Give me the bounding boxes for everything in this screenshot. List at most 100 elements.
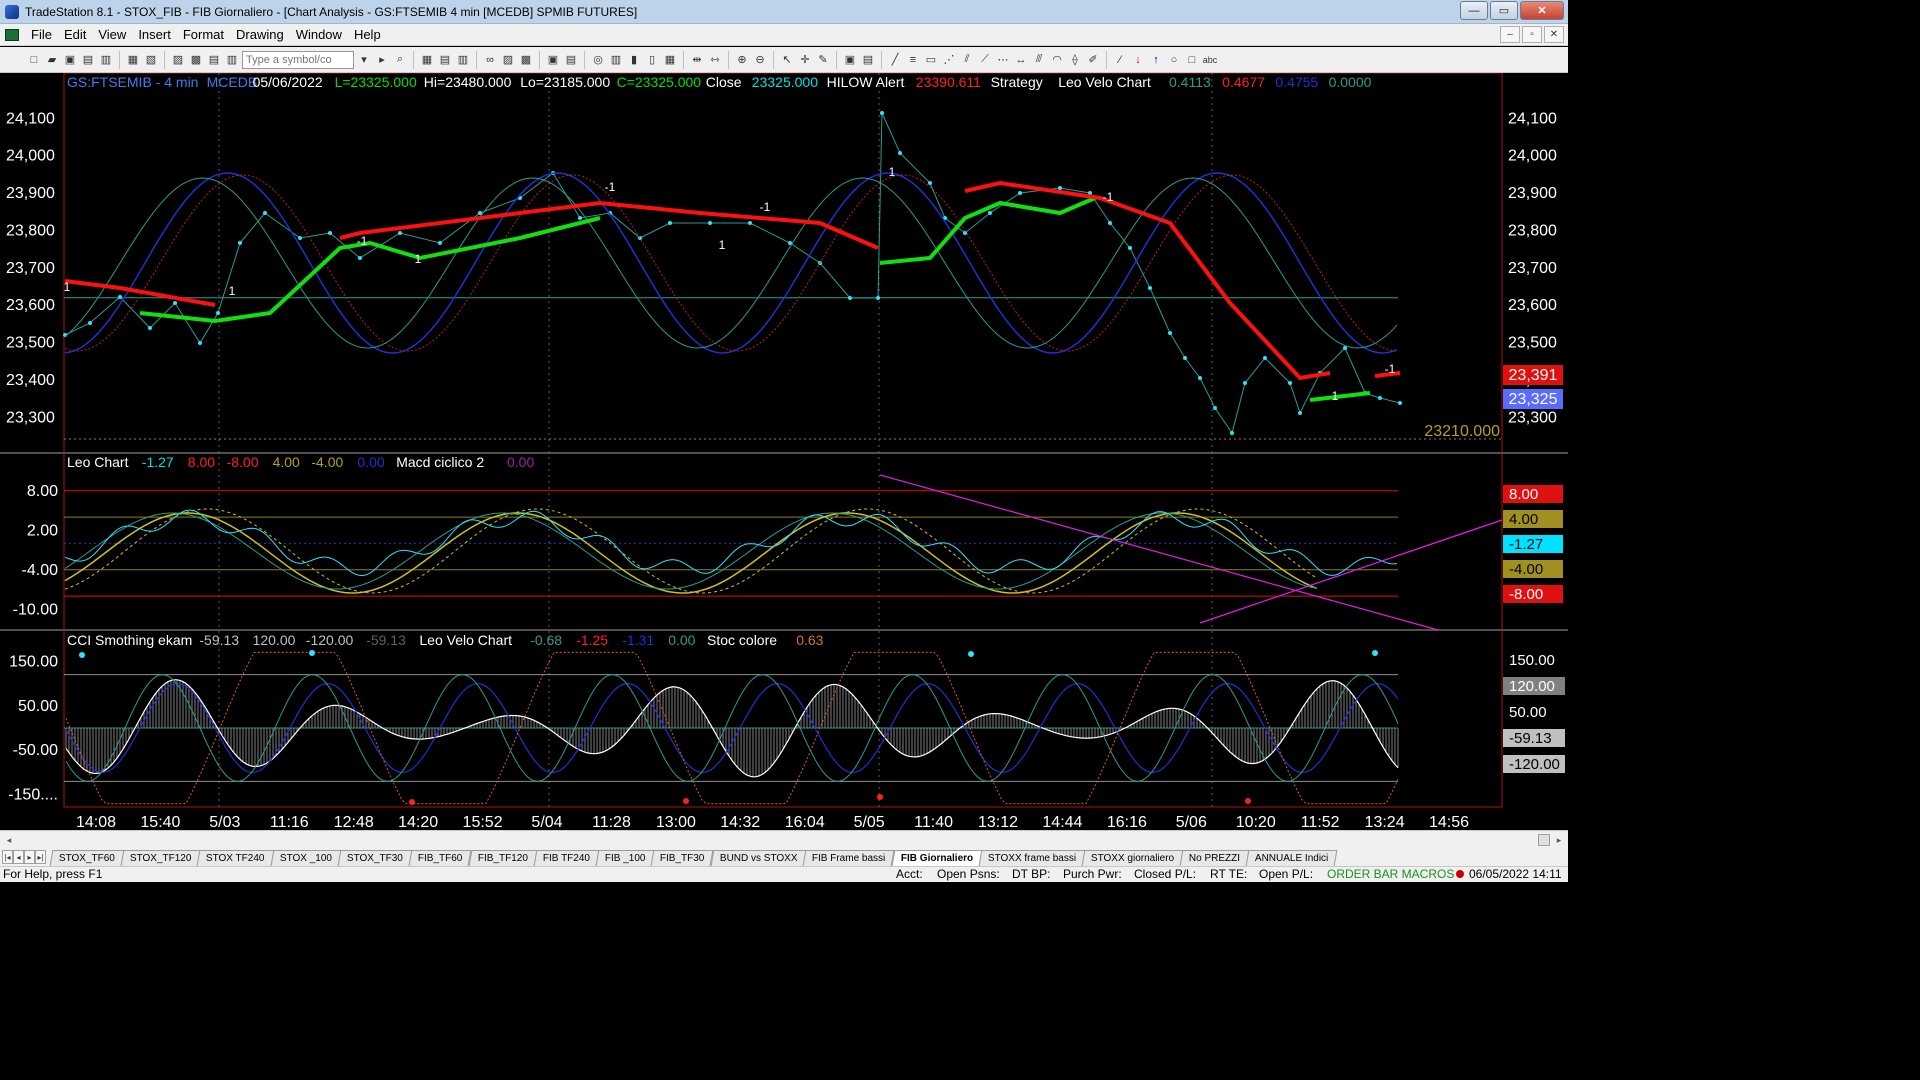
menu-edit[interactable]: Edit — [58, 27, 92, 42]
workspace-tab[interactable]: FIB_TF120 — [468, 850, 537, 866]
bar-chart-icon[interactable]: ▮ — [626, 52, 642, 68]
options-icon[interactable]: ▨ — [500, 52, 516, 68]
workspace-tab[interactable]: FIB_TF30 — [650, 850, 715, 866]
indicator-icon[interactable]: ◎ — [590, 52, 606, 68]
menu-window[interactable]: Window — [290, 27, 348, 42]
arrow-down-icon[interactable]: ↓ — [1130, 52, 1146, 68]
cascade-icon[interactable]: ▤ — [206, 52, 222, 68]
arc-icon[interactable]: ◠ — [1049, 52, 1065, 68]
close-button[interactable]: ✕ — [1520, 1, 1564, 20]
workspace-tab[interactable]: BUND vs STOXX — [710, 850, 807, 866]
minimize-button[interactable]: — — [1460, 1, 1488, 20]
folder-icon[interactable]: ▥ — [98, 52, 114, 68]
workspace-tab[interactable]: No PREZZI — [1179, 850, 1250, 866]
layout-icon[interactable]: ▥ — [224, 52, 240, 68]
arrow-up-icon[interactable]: ↑ — [1148, 52, 1164, 68]
format-window-icon[interactable]: ▤ — [563, 52, 579, 68]
menu-help[interactable]: Help — [348, 27, 387, 42]
signal-label: 1 — [415, 252, 422, 266]
tab-next-icon[interactable]: ▸ — [24, 850, 35, 864]
workspace-tab[interactable]: STOX_TF30 — [337, 850, 413, 866]
andrews-fork-icon[interactable]: ⫻ — [1031, 52, 1047, 68]
menu-format[interactable]: Format — [177, 27, 230, 42]
workspace-tab[interactable]: STOX TF240 — [197, 850, 275, 866]
workspace-tab[interactable]: STOX_TF120 — [120, 850, 201, 866]
print-preview-icon[interactable]: ▧ — [143, 52, 159, 68]
scroll-thumb[interactable] — [1538, 834, 1550, 846]
box-icon[interactable]: □ — [1184, 52, 1200, 68]
workspace-tab[interactable]: FIB Frame bassi — [802, 850, 896, 866]
pencil-icon[interactable]: ✐ — [1085, 52, 1101, 68]
maximize-button[interactable]: ▭ — [1490, 1, 1518, 20]
regression-icon[interactable]: ⋯ — [995, 52, 1011, 68]
workspace-tab[interactable]: FIB _100 — [595, 850, 655, 866]
pointer-icon[interactable]: ↖ — [779, 52, 795, 68]
workspace-tab[interactable]: FIB Giornaliero — [891, 850, 983, 866]
save-icon[interactable]: ▣ — [62, 52, 78, 68]
matrix-icon[interactable]: ▥ — [455, 52, 471, 68]
menu-file[interactable]: File — [25, 27, 58, 42]
tile-icon[interactable]: ▩ — [188, 52, 204, 68]
data-window-icon[interactable]: ▦ — [662, 52, 678, 68]
workspace-tab[interactable]: STOXX frame bassi — [978, 850, 1086, 866]
tab-prev-icon[interactable]: ◂ — [13, 850, 24, 864]
candle-icon[interactable]: ▯ — [644, 52, 660, 68]
tab-last-icon[interactable]: ▸| — [35, 850, 46, 864]
text-icon[interactable]: abc — [1202, 52, 1218, 68]
fibonacci-icon[interactable]: ⋰ — [941, 52, 957, 68]
snapshot-icon[interactable]: ▣ — [842, 52, 858, 68]
radarscreen-icon[interactable]: ▤ — [437, 52, 453, 68]
menu-drawing[interactable]: Drawing — [230, 27, 290, 42]
scroll-right-icon[interactable]: ▸ — [1552, 833, 1566, 847]
bar-spacing-icon[interactable]: ⇹ — [689, 52, 705, 68]
arrow-line-icon[interactable]: ↔ — [1013, 52, 1029, 68]
trendline-icon[interactable]: ╱ — [887, 52, 903, 68]
workspace-tab[interactable]: FIB_TF60 — [408, 850, 472, 866]
format-symbol-icon[interactable]: ▣ — [545, 52, 561, 68]
scanner-icon[interactable]: ▩ — [518, 52, 534, 68]
chart-document-icon[interactable] — [5, 28, 19, 41]
macro-icon[interactable]: ▤ — [860, 52, 876, 68]
menu-insert[interactable]: Insert — [132, 27, 177, 42]
gann-icon[interactable]: ⟋ — [977, 52, 993, 68]
cycle-blue-line — [64, 172, 1398, 354]
tools-icon[interactable]: ✎ — [815, 52, 831, 68]
horizontal-line-icon[interactable]: ≡ — [905, 52, 921, 68]
doc-minimize-button[interactable]: – — [1500, 26, 1520, 43]
open-icon[interactable]: ▰ — [44, 52, 60, 68]
strategy-icon[interactable]: ▥ — [608, 52, 624, 68]
workspace-tab[interactable]: FIB TF240 — [533, 850, 600, 866]
freehand-icon[interactable]: ∕ — [1112, 52, 1128, 68]
tab-first-icon[interactable]: |◂ — [2, 850, 13, 864]
go-arrow-icon[interactable]: ▸ — [374, 52, 390, 68]
ellipse-icon[interactable]: ○ — [1166, 52, 1182, 68]
workspace-tab[interactable]: ANNUALE Indici — [1245, 850, 1339, 866]
workspace-tab[interactable]: STOX_TF60 — [49, 850, 125, 866]
symbol-input[interactable] — [242, 50, 354, 69]
crosshair-icon[interactable]: ✛ — [797, 52, 813, 68]
print-icon[interactable]: ▦ — [125, 52, 141, 68]
channel-icon[interactable]: ⫽ — [959, 52, 975, 68]
rectangle-icon[interactable]: ▭ — [923, 52, 939, 68]
symbol-lookup-icon[interactable]: ⌕ — [392, 52, 408, 68]
speedline-icon[interactable]: ⟠ — [1067, 52, 1083, 68]
status-macros[interactable]: ORDER BAR MACROS — [1327, 867, 1454, 882]
compress-icon[interactable]: ⇿ — [707, 52, 723, 68]
doc-restore-button[interactable]: ▫ — [1522, 26, 1542, 43]
horizontal-scrollbar[interactable]: ◂ ▸ — [0, 830, 1568, 848]
chart-canvas[interactable]: 14:08 15:40 5/03 11:16 12:48 14:20 15:52 5/04 11… — [0, 73, 1568, 830]
menu-view[interactable]: View — [92, 27, 132, 42]
zoom-in-icon[interactable]: ⊕ — [734, 52, 750, 68]
link-icon[interactable]: ∞ — [482, 52, 498, 68]
zoom-out-icon[interactable]: ⊖ — [752, 52, 768, 68]
lock-icon[interactable]: ▤ — [80, 52, 96, 68]
chart-analysis-icon[interactable]: ▦ — [419, 52, 435, 68]
symbol-dropdown-icon[interactable]: ▾ — [356, 52, 372, 68]
doc-close-button[interactable]: ✕ — [1544, 26, 1564, 43]
workspace-tab[interactable]: STOX _100 — [270, 850, 342, 866]
scroll-left-icon[interactable]: ◂ — [2, 833, 16, 847]
chart-analysis-area[interactable]: 14:08 15:40 5/03 11:16 12:48 14:20 15:52 5/04 11… — [0, 73, 1568, 830]
workspace-tab[interactable]: STOXX giornaliero — [1081, 850, 1184, 866]
new-icon[interactable]: □ — [26, 52, 42, 68]
window-icon[interactable]: ▨ — [170, 52, 186, 68]
